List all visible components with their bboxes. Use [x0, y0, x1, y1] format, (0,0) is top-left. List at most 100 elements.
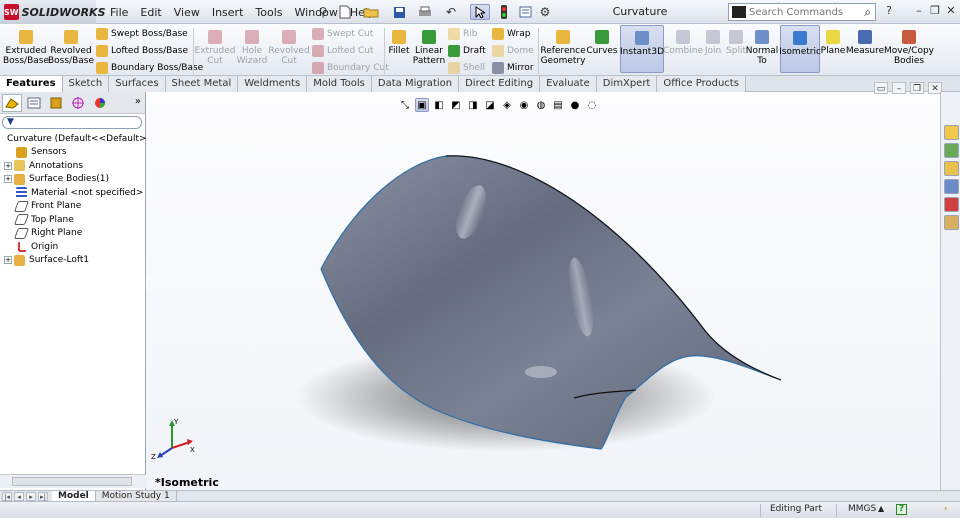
- tab-model[interactable]: Model: [52, 490, 96, 502]
- boundary-boss-button[interactable]: Boundary Boss/Base: [96, 60, 203, 75]
- tree-root[interactable]: Curvature (Default<<Default>_Di: [0, 132, 161, 146]
- swept-cut-button[interactable]: Swept Cut: [312, 26, 373, 41]
- reference-geometry-button[interactable]: Reference Geometry: [540, 30, 586, 66]
- expand-icon[interactable]: +: [4, 256, 12, 265]
- viewport-minimize-icon[interactable]: –: [892, 82, 906, 94]
- options-gear-icon[interactable]: ⚙: [538, 4, 552, 20]
- status-expand-icon[interactable]: ‹: [944, 504, 948, 514]
- zoom-to-fit-icon[interactable]: ⤡: [398, 98, 412, 112]
- extruded-boss-button[interactable]: Extruded Boss/Base: [3, 30, 49, 66]
- print-icon[interactable]: [416, 4, 434, 20]
- previous-view-icon[interactable]: ◧: [432, 98, 446, 112]
- tree-item-top-plane[interactable]: Top Plane: [0, 213, 146, 227]
- tab-data-migration[interactable]: Data Migration: [371, 76, 460, 92]
- viewport-split-icon[interactable]: ▭: [874, 82, 888, 94]
- tab-mold-tools[interactable]: Mold Tools: [307, 76, 372, 92]
- draft-button[interactable]: Draft: [448, 43, 486, 58]
- viewport-restore-icon[interactable]: ❐: [910, 82, 924, 94]
- dimxpert-manager-tab-icon[interactable]: [68, 94, 88, 112]
- menu-tools[interactable]: Tools: [249, 6, 288, 19]
- normal-to-button[interactable]: Normal To: [746, 30, 778, 66]
- model-surface-render[interactable]: [146, 92, 940, 490]
- instant3d-button[interactable]: Instant3D: [620, 25, 664, 73]
- graphics-area[interactable]: [146, 92, 940, 490]
- tree-item-sensors[interactable]: Sensors: [0, 146, 146, 160]
- custom-properties-icon[interactable]: [944, 215, 959, 230]
- search-commands[interactable]: ⌕: [728, 3, 876, 21]
- join-button[interactable]: Join: [702, 30, 724, 56]
- curves-button[interactable]: Curves: [586, 30, 618, 56]
- split-button[interactable]: Split: [726, 30, 746, 56]
- linear-pattern-button[interactable]: Linear Pattern: [412, 30, 446, 66]
- save-icon[interactable]: [390, 4, 408, 20]
- previous-tab-icon[interactable]: ◂: [14, 491, 24, 501]
- tree-item-material[interactable]: Material <not specified>: [0, 186, 146, 200]
- new-document-icon[interactable]: [336, 4, 354, 20]
- menu-view[interactable]: View: [168, 6, 206, 19]
- plane-button[interactable]: Plane: [821, 30, 845, 56]
- tab-weldments[interactable]: Weldments: [238, 76, 308, 92]
- shadows-icon[interactable]: ◌: [585, 98, 599, 112]
- zoom-to-area-icon[interactable]: ▣: [415, 98, 429, 112]
- restore-icon[interactable]: ❐: [928, 4, 942, 18]
- combine-button[interactable]: Combine: [663, 30, 703, 56]
- view-orientation-icon[interactable]: ◨: [466, 98, 480, 112]
- menu-file[interactable]: File: [104, 6, 134, 19]
- property-manager-tab-icon[interactable]: [24, 94, 44, 112]
- isometric-button[interactable]: Isometric: [779, 25, 821, 73]
- next-tab-icon[interactable]: ▸: [26, 491, 36, 501]
- panel-horizontal-scrollbar[interactable]: [0, 474, 146, 488]
- units-dropdown-icon[interactable]: ▲: [878, 504, 884, 513]
- mirror-button[interactable]: Mirror: [492, 60, 534, 75]
- quick-tips-help-icon[interactable]: ?: [896, 504, 907, 515]
- tree-item-front-plane[interactable]: Front Plane: [0, 200, 146, 214]
- tab-sheet-metal[interactable]: Sheet Metal: [165, 76, 239, 92]
- tab-office-products[interactable]: Office Products: [657, 76, 746, 92]
- tab-motion-study-1[interactable]: Motion Study 1: [96, 490, 177, 502]
- wrap-button[interactable]: Wrap: [492, 26, 530, 41]
- menu-insert[interactable]: Insert: [206, 6, 250, 19]
- revolved-cut-button[interactable]: Revolved Cut: [268, 30, 310, 66]
- hide-show-items-icon[interactable]: ◈: [500, 98, 514, 112]
- fillet-button[interactable]: Fillet: [388, 30, 410, 56]
- last-tab-icon[interactable]: ▸|: [38, 491, 48, 501]
- expand-icon[interactable]: +: [4, 161, 12, 170]
- tab-features[interactable]: Features: [0, 76, 63, 92]
- status-units[interactable]: MMGS: [848, 504, 876, 514]
- filter-field[interactable]: ▼: [2, 116, 142, 129]
- section-view-icon[interactable]: ◩: [449, 98, 463, 112]
- tree-item-right-plane[interactable]: Right Plane: [0, 227, 146, 241]
- search-icon[interactable]: ⌕: [864, 5, 871, 20]
- view-settings-icon[interactable]: ▤: [551, 98, 565, 112]
- rebuild-icon[interactable]: [498, 4, 510, 20]
- tab-direct-editing[interactable]: Direct Editing: [459, 76, 541, 92]
- undo-icon[interactable]: ↶: [442, 4, 460, 20]
- tree-item-surface-bodies[interactable]: + Surface Bodies(1): [0, 173, 146, 187]
- panel-collapse-icon[interactable]: »: [135, 96, 141, 107]
- display-style-icon[interactable]: ◪: [483, 98, 497, 112]
- swept-boss-button[interactable]: Swept Boss/Base: [96, 26, 188, 41]
- boundary-cut-button[interactable]: Boundary Cut: [312, 60, 389, 75]
- select-arrow-icon[interactable]: [470, 4, 490, 20]
- tree-item-surface-loft[interactable]: + Surface-Loft1: [0, 254, 146, 268]
- design-library-icon[interactable]: [944, 143, 959, 158]
- apply-scene-icon[interactable]: ◍: [534, 98, 548, 112]
- help-question-icon[interactable]: ?: [882, 4, 896, 18]
- move-copy-bodies-button[interactable]: Move/Copy Bodies: [884, 30, 934, 66]
- view-palette-icon[interactable]: [944, 179, 959, 194]
- tab-surfaces[interactable]: Surfaces: [109, 76, 166, 92]
- pin-icon[interactable]: ⚲: [316, 4, 330, 20]
- first-tab-icon[interactable]: |◂: [2, 491, 12, 501]
- tree-item-origin[interactable]: Origin: [0, 240, 146, 254]
- measure-button[interactable]: Measure: [846, 30, 884, 56]
- tab-evaluate[interactable]: Evaluate: [540, 76, 597, 92]
- display-manager-tab-icon[interactable]: [90, 94, 110, 112]
- appearances-icon[interactable]: [944, 197, 959, 212]
- close-icon[interactable]: ✕: [944, 4, 958, 18]
- file-properties-icon[interactable]: [516, 4, 534, 20]
- extruded-cut-button[interactable]: Extruded Cut: [195, 30, 235, 66]
- expand-icon[interactable]: +: [4, 175, 12, 184]
- feature-manager-tab-icon[interactable]: [2, 93, 22, 112]
- dome-button[interactable]: Dome: [492, 43, 534, 58]
- configuration-manager-tab-icon[interactable]: [46, 94, 66, 112]
